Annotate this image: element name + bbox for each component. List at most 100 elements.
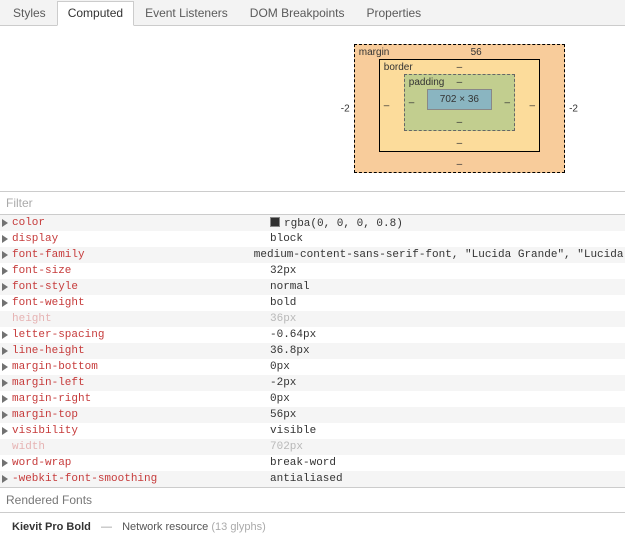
property-value-text: antialiased: [270, 473, 343, 485]
property-value-text: 702px: [270, 441, 303, 453]
border-left-value: –: [384, 100, 390, 111]
property-value: 702px: [270, 441, 303, 453]
property-row[interactable]: colorrgba(0, 0, 0, 0.8): [0, 215, 625, 231]
property-row[interactable]: font-stylenormal: [0, 279, 625, 295]
property-row[interactable]: font-size32px: [0, 263, 625, 279]
property-row[interactable]: margin-top56px: [0, 407, 625, 423]
property-name: font-weight: [12, 297, 270, 309]
padding-label: padding: [409, 77, 445, 88]
property-value-text: 56px: [270, 409, 296, 421]
expand-triangle-icon[interactable]: [2, 299, 8, 307]
property-name: visibility: [12, 425, 270, 437]
font-source: Network resource: [122, 521, 208, 533]
property-row[interactable]: line-height36.8px: [0, 343, 625, 359]
margin-right-value: -2: [569, 103, 578, 114]
tab-computed[interactable]: Computed: [57, 1, 134, 26]
border-box[interactable]: border – – – – padding – – – – 702 × 36: [379, 59, 540, 152]
computed-properties-list: colorrgba(0, 0, 0, 0.8)displayblockfont-…: [0, 215, 625, 487]
filter-input[interactable]: Filter: [0, 191, 625, 215]
property-value-text: -2px: [270, 377, 296, 389]
property-name: letter-spacing: [12, 329, 270, 341]
expand-triangle-icon[interactable]: [2, 427, 8, 435]
expand-triangle-icon[interactable]: [2, 459, 8, 467]
expand-triangle-icon[interactable]: [2, 267, 8, 275]
property-row[interactable]: letter-spacing-0.64px: [0, 327, 625, 343]
expand-triangle-icon[interactable]: [2, 347, 8, 355]
property-row[interactable]: displayblock: [0, 231, 625, 247]
property-value-text: 0px: [270, 361, 290, 373]
content-box[interactable]: 702 × 36: [427, 89, 492, 110]
property-value-text: -0.64px: [270, 329, 316, 341]
property-row[interactable]: font-weightbold: [0, 295, 625, 311]
property-value: block: [270, 233, 303, 245]
tab-dom-breakpoints[interactable]: DOM Breakpoints: [239, 1, 356, 26]
property-value-text: block: [270, 233, 303, 245]
tab-event-listeners[interactable]: Event Listeners: [134, 1, 239, 26]
property-row[interactable]: word-wrapbreak-word: [0, 455, 625, 471]
expand-triangle-icon[interactable]: [2, 331, 8, 339]
border-right-value: –: [529, 100, 535, 111]
property-value: -0.64px: [270, 329, 316, 341]
expand-triangle-icon[interactable]: [2, 411, 8, 419]
property-row[interactable]: height36px: [0, 311, 625, 327]
property-row[interactable]: margin-bottom0px: [0, 359, 625, 375]
tab-bar: Styles Computed Event Listeners DOM Brea…: [0, 0, 625, 26]
property-value-text: bold: [270, 297, 296, 309]
font-glyph-count: (13 glyphs): [211, 521, 265, 533]
property-row[interactable]: visibilityvisible: [0, 423, 625, 439]
property-value: 56px: [270, 409, 296, 421]
font-dash: —: [98, 521, 115, 533]
property-name: margin-right: [12, 393, 270, 405]
expand-triangle-icon[interactable]: [2, 251, 8, 259]
tab-properties[interactable]: Properties: [355, 1, 432, 26]
padding-box[interactable]: padding – – – – 702 × 36: [404, 74, 515, 131]
property-value: -2px: [270, 377, 296, 389]
property-value: visible: [270, 425, 316, 437]
expand-triangle-icon[interactable]: [2, 219, 8, 227]
font-name: Kievit Pro Bold: [12, 521, 91, 533]
property-value: normal: [270, 281, 310, 293]
border-top-value: –: [457, 62, 463, 73]
property-value-text: visible: [270, 425, 316, 437]
padding-left-value: –: [409, 97, 415, 108]
property-name: margin-left: [12, 377, 270, 389]
property-name: margin-top: [12, 409, 270, 421]
property-row[interactable]: font-familymedium-content-sans-serif-fon…: [0, 247, 625, 263]
property-name: font-family: [12, 249, 254, 261]
property-row[interactable]: width702px: [0, 439, 625, 455]
border-bottom-value: –: [457, 138, 463, 149]
color-swatch-icon: [270, 217, 280, 227]
property-name: font-size: [12, 265, 270, 277]
property-value-text: 0px: [270, 393, 290, 405]
property-value: 36px: [270, 313, 296, 325]
property-name: -webkit-font-smoothing: [12, 473, 270, 485]
property-value: rgba(0, 0, 0, 0.8): [270, 217, 403, 230]
property-name: display: [12, 233, 270, 245]
property-name: line-height: [12, 345, 270, 357]
property-name: font-style: [12, 281, 270, 293]
property-value: bold: [270, 297, 296, 309]
property-row[interactable]: margin-left-2px: [0, 375, 625, 391]
margin-box[interactable]: margin 56 -2 – -2 border – – – – padding…: [354, 44, 565, 173]
property-value: break-word: [270, 457, 336, 469]
expand-triangle-icon[interactable]: [2, 475, 8, 483]
tab-styles[interactable]: Styles: [2, 1, 57, 26]
padding-right-value: –: [504, 97, 510, 108]
property-value-text: break-word: [270, 457, 336, 469]
property-value-text: normal: [270, 281, 310, 293]
border-label: border: [384, 62, 413, 73]
property-name: word-wrap: [12, 457, 270, 469]
property-value: antialiased: [270, 473, 343, 485]
expand-triangle-icon[interactable]: [2, 395, 8, 403]
expand-triangle-icon[interactable]: [2, 379, 8, 387]
property-value-text: medium-content-sans-serif-font, "Lucida …: [254, 249, 625, 261]
margin-label: margin: [359, 47, 390, 58]
property-value: 36.8px: [270, 345, 310, 357]
property-value-text: rgba(0, 0, 0, 0.8): [284, 218, 403, 230]
property-row[interactable]: margin-right0px: [0, 391, 625, 407]
expand-triangle-icon[interactable]: [2, 283, 8, 291]
property-row[interactable]: -webkit-font-smoothingantialiased: [0, 471, 625, 487]
expand-triangle-icon[interactable]: [2, 363, 8, 371]
expand-triangle-icon[interactable]: [2, 235, 8, 243]
property-value-text: 36.8px: [270, 345, 310, 357]
